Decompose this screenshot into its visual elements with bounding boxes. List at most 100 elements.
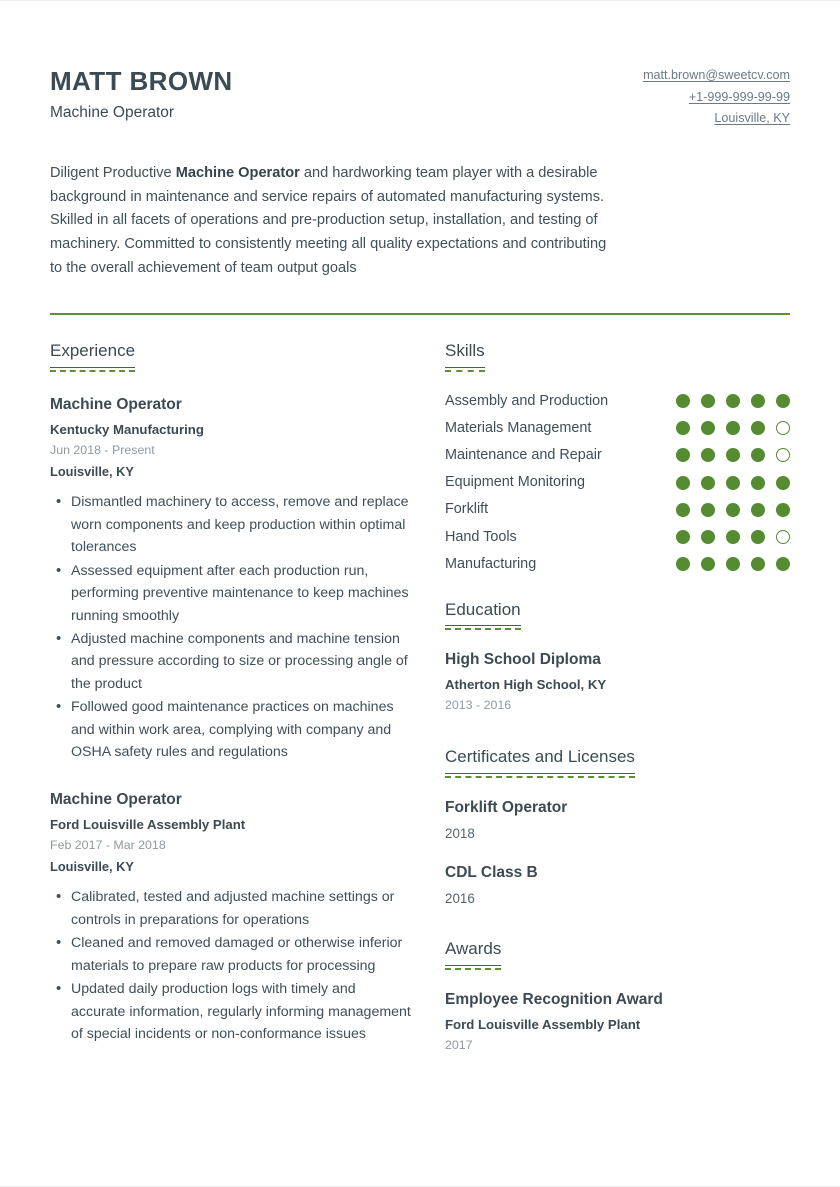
rating-dot-filled <box>701 557 715 572</box>
skill-rating-dots <box>676 530 790 545</box>
list-item: Adjusted machine components and machine … <box>56 627 413 695</box>
rating-dot-empty <box>776 421 790 436</box>
resume-page: MATT BROWN Machine Operator matt.brown@s… <box>0 0 840 1187</box>
contact-phone[interactable]: +1-999-999-99-99 <box>643 87 790 109</box>
section-heading-education: Education <box>445 600 521 631</box>
skill-row: Manufacturing <box>445 555 790 574</box>
skill-row: Maintenance and Repair <box>445 446 790 465</box>
left-column: Experience Machine Operator Kentucky Man… <box>50 341 435 1058</box>
header-divider <box>50 313 790 316</box>
rating-dot-filled <box>676 530 690 545</box>
skill-label: Forklift <box>445 501 489 518</box>
experience-dates: Jun 2018 - Present <box>50 442 155 457</box>
experience-location: Louisville, KY <box>50 858 134 874</box>
rating-dot-filled <box>676 557 690 572</box>
experience-entry: Machine Operator Ford Louisville Assembl… <box>50 790 413 1046</box>
experience-location: Louisville, KY <box>50 463 134 479</box>
list-item: Dismantled machinery to access, remove a… <box>56 490 413 558</box>
experience-company: Ford Louisville Assembly Plant <box>50 816 246 832</box>
certificate-name: Forklift Operator <box>445 798 568 816</box>
experience-entry: Machine Operator Kentucky Manufacturing … <box>50 395 413 764</box>
content-columns: Experience Machine Operator Kentucky Man… <box>50 341 790 1058</box>
contact-location[interactable]: Louisville, KY <box>643 108 790 130</box>
skill-label: Materials Management <box>445 419 592 436</box>
education-degree: High School Diploma <box>445 650 601 668</box>
skill-row: Assembly and Production <box>445 392 790 411</box>
list-item: Calibrated, tested and adjusted machine … <box>56 885 413 931</box>
skill-label: Manufacturing <box>445 555 537 572</box>
rating-dot-filled <box>676 502 690 517</box>
skill-rating-dots <box>676 475 790 490</box>
rating-dot-filled <box>701 530 715 545</box>
certificate-entry: CDL Class B 2016 <box>445 863 790 909</box>
section-experience: Experience Machine Operator Kentucky Man… <box>50 341 413 1045</box>
rating-dot-filled <box>676 393 690 408</box>
section-heading-skills: Skills <box>445 341 485 373</box>
rating-dot-filled <box>701 421 715 436</box>
rating-dot-filled <box>701 448 715 463</box>
skill-rating-dots <box>676 421 790 436</box>
skill-label: Maintenance and Repair <box>445 447 602 463</box>
contact-email[interactable]: matt.brown@sweetcv.com <box>643 65 790 87</box>
skill-label: Hand Tools <box>445 528 517 545</box>
section-awards: Awards Employee Recognition Award Ford L… <box>445 939 790 1055</box>
skill-label: Assembly and Production <box>445 392 609 409</box>
rating-dot-filled <box>751 502 765 517</box>
education-entry: High School Diploma Atherton High School… <box>445 650 790 715</box>
award-name: Employee Recognition Award <box>445 990 663 1008</box>
section-education: Education High School Diploma Atherton H… <box>445 600 790 716</box>
rating-dot-filled <box>776 502 790 517</box>
skills-list: Assembly and Production Materials Manage… <box>445 392 790 574</box>
rating-dot-empty <box>776 448 790 463</box>
rating-dot-filled <box>701 502 715 517</box>
summary-text-after: and hardworking team player with a desir… <box>50 164 607 276</box>
list-item: Assessed equipment after each production… <box>56 559 413 627</box>
rating-dot-filled <box>751 448 765 463</box>
candidate-name: MATT BROWN <box>50 66 233 96</box>
summary-highlight: Machine Operator <box>175 164 300 181</box>
experience-title: Machine Operator <box>50 790 182 808</box>
rating-dot-filled <box>701 393 715 408</box>
rating-dot-filled <box>726 557 740 572</box>
experience-dates: Feb 2017 - Mar 2018 <box>50 837 166 852</box>
rating-dot-filled <box>676 448 690 463</box>
skill-label: Equipment Monitoring <box>445 474 585 491</box>
skill-rating-dots <box>676 557 790 572</box>
section-heading-certificates: Certificates and Licenses <box>445 747 635 779</box>
right-column: Skills Assembly and Production Materials… <box>435 341 790 1058</box>
certificate-year: 2018 <box>445 825 475 841</box>
experience-bullets: Calibrated, tested and adjusted machine … <box>50 885 413 1045</box>
award-entry: Employee Recognition Award Ford Louisvil… <box>445 990 790 1055</box>
rating-dot-filled <box>751 530 765 545</box>
contact-list: matt.brown@sweetcv.com +1-999-999-99-99 … <box>643 59 790 130</box>
certificate-year: 2016 <box>445 891 475 907</box>
rating-dot-filled <box>701 475 715 490</box>
rating-dot-filled <box>751 475 765 490</box>
rating-dot-filled <box>726 502 740 517</box>
education-dates: 2013 - 2016 <box>445 698 512 713</box>
skill-row: Materials Management <box>445 419 790 438</box>
list-item: Updated daily production logs with timel… <box>56 977 413 1045</box>
candidate-job-title: Machine Operator <box>50 103 175 121</box>
rating-dot-filled <box>751 557 765 572</box>
experience-title: Machine Operator <box>50 395 182 413</box>
skill-rating-dots <box>676 502 790 517</box>
skill-rating-dots <box>676 448 790 463</box>
rating-dot-filled <box>776 557 790 572</box>
section-heading-awards: Awards <box>445 939 502 970</box>
rating-dot-filled <box>751 393 765 408</box>
skill-row: Hand Tools <box>445 528 790 547</box>
rating-dot-filled <box>676 421 690 436</box>
rating-dot-filled <box>776 475 790 490</box>
skill-row: Forklift <box>445 500 790 519</box>
rating-dot-filled <box>726 475 740 490</box>
rating-dot-filled <box>726 421 740 436</box>
award-year: 2017 <box>445 1037 473 1052</box>
rating-dot-filled <box>726 530 740 545</box>
skill-row: Equipment Monitoring <box>445 473 790 492</box>
experience-bullets: Dismantled machinery to access, remove a… <box>50 490 413 763</box>
rating-dot-empty <box>776 530 790 545</box>
list-item: Followed good maintenance practices on m… <box>56 695 413 763</box>
award-org: Ford Louisville Assembly Plant <box>445 1016 641 1032</box>
rating-dot-filled <box>676 475 690 490</box>
